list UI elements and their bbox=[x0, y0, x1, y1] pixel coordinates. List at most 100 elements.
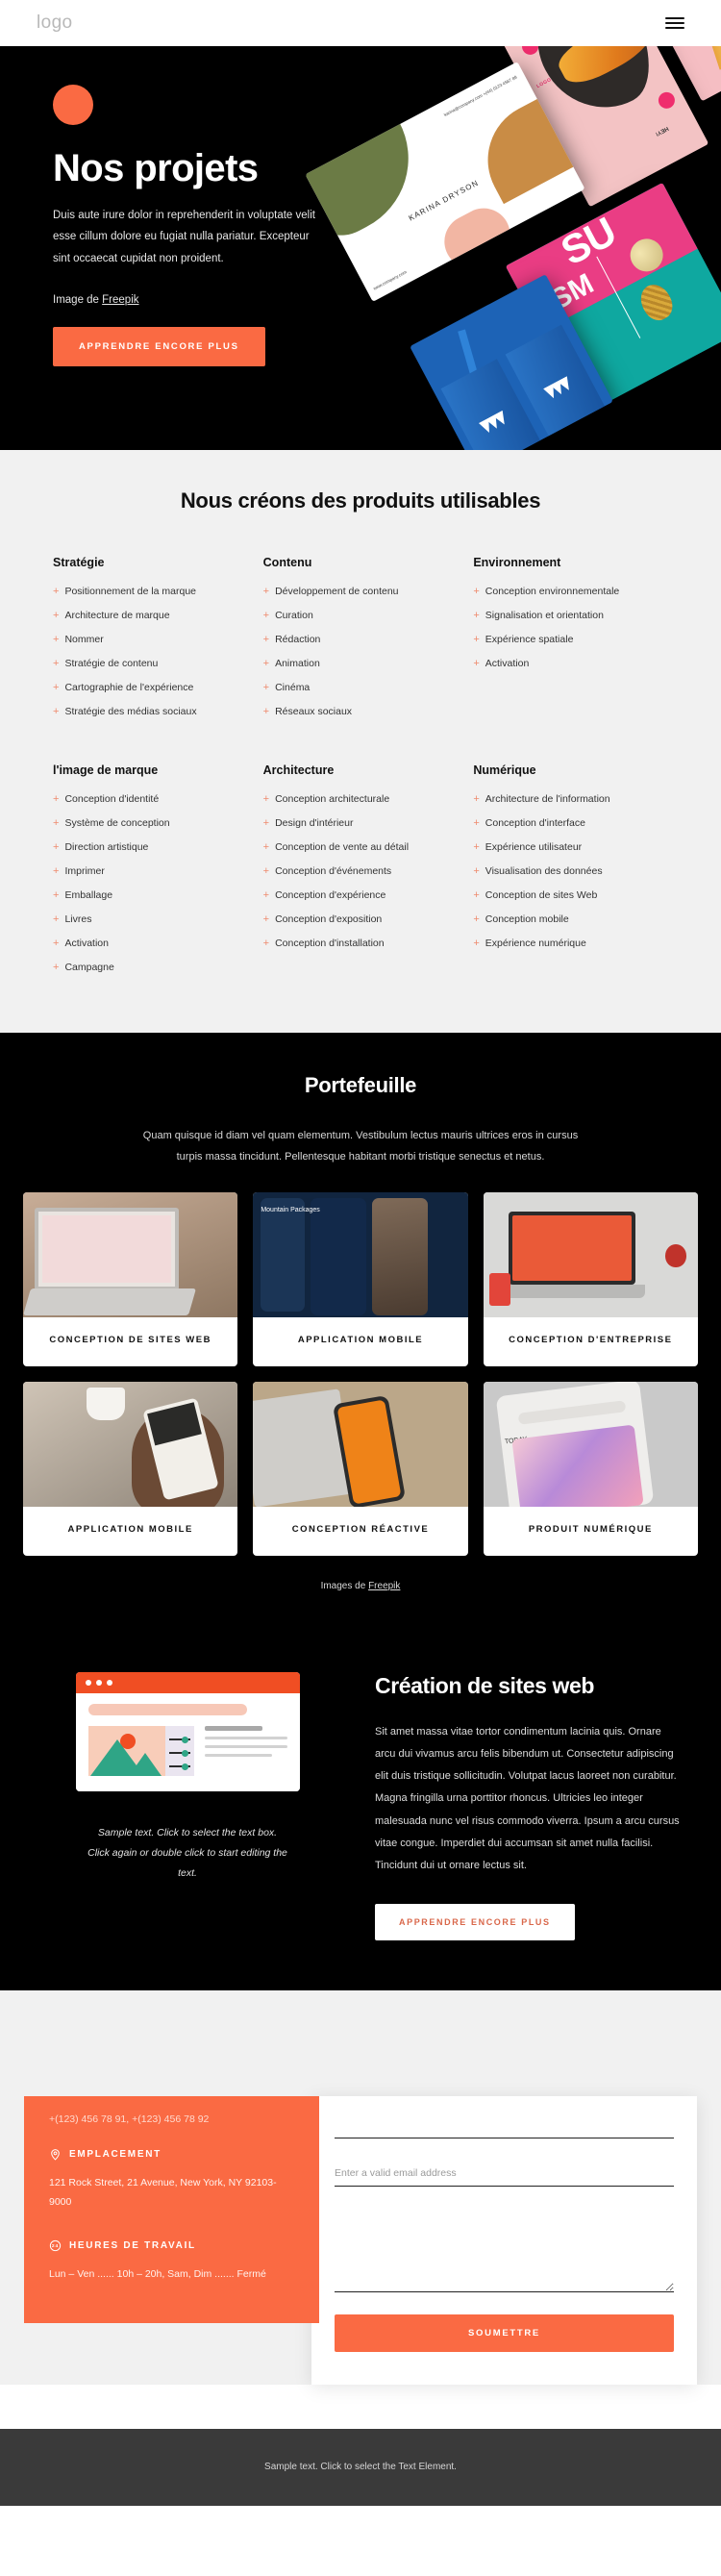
service-item: + Architecture de l'information bbox=[473, 794, 668, 805]
plus-icon: + bbox=[53, 865, 60, 877]
plus-icon: + bbox=[53, 658, 60, 669]
service-item-label: Expérience numérique bbox=[485, 938, 586, 949]
plus-icon: + bbox=[473, 586, 480, 597]
plus-icon: + bbox=[473, 610, 480, 621]
portfolio-card[interactable]: Mountain Packages APPLICATION MOBILE bbox=[253, 1192, 468, 1367]
service-item: + Conception d'exposition bbox=[263, 914, 459, 925]
services-column: Numérique + Architecture de l'information… bbox=[473, 763, 668, 987]
service-item: + Visualisation des données bbox=[473, 866, 668, 877]
hero-cta-button[interactable]: APPRENDRE ENCORE PLUS bbox=[53, 327, 265, 367]
name-input[interactable] bbox=[335, 2113, 674, 2138]
portfolio-thumbnail bbox=[483, 1192, 698, 1317]
hero-credit-link[interactable]: Freepik bbox=[102, 294, 138, 306]
collage-card-site: www.company.com bbox=[372, 269, 408, 291]
collage-poster-logo: LOGO bbox=[535, 76, 553, 90]
portfolio-card[interactable]: APPLICATION MOBILE bbox=[23, 1382, 238, 1557]
portfolio-card[interactable]: CONCEPTION D'ENTREPRISE bbox=[483, 1192, 698, 1367]
service-item-label: Conception d'expérience bbox=[275, 889, 386, 901]
portfolio-card[interactable]: CONCEPTION RÉACTIVE bbox=[253, 1382, 468, 1557]
service-item: + Développement de contenu bbox=[263, 587, 459, 597]
portfolio-credit-prefix: Images de bbox=[320, 1581, 369, 1592]
webdesign-body: Sit amet massa vitae tortor condimentum … bbox=[375, 1726, 680, 1871]
browser-image-placeholder bbox=[87, 1726, 165, 1777]
submit-button[interactable]: SOUMETTRE bbox=[335, 2313, 674, 2352]
browser-headline-placeholder bbox=[87, 1704, 248, 1716]
service-item-label: Architecture de l'information bbox=[485, 793, 610, 805]
services-list: + Conception d'identité + Système de conce… bbox=[53, 794, 248, 973]
service-item-label: Conception d'interface bbox=[485, 817, 585, 829]
services-title: Nous créons des produits utilisables bbox=[180, 488, 541, 513]
services-column-heading: Stratégie bbox=[53, 556, 105, 569]
services-column: Contenu + Développement de contenu + Curat… bbox=[263, 556, 459, 731]
service-item: + Expérience spatiale bbox=[473, 635, 668, 645]
plus-icon: + bbox=[262, 793, 270, 805]
plus-icon: + bbox=[262, 586, 270, 597]
hamburger-icon[interactable] bbox=[665, 17, 684, 29]
service-item-label: Activation bbox=[64, 938, 109, 949]
contact-form-card: SOUMETTRE bbox=[311, 2095, 697, 2385]
plus-icon: + bbox=[53, 682, 60, 693]
service-item: + Emballage bbox=[53, 890, 248, 901]
plus-icon: + bbox=[53, 793, 60, 805]
service-item-label: Développement de contenu bbox=[275, 586, 399, 597]
portfolio-image-credit: Images de Freepik bbox=[0, 1581, 721, 1591]
service-item-label: Conception de vente au détail bbox=[275, 841, 410, 853]
hero-paragraph: Duis aute irure dolor in reprehenderit i… bbox=[53, 210, 315, 264]
service-item-label: Conception de sites Web bbox=[485, 889, 598, 901]
plus-icon: + bbox=[262, 706, 270, 717]
plus-icon: + bbox=[262, 938, 270, 949]
plus-icon: + bbox=[262, 682, 270, 693]
service-item: + Cinéma bbox=[263, 683, 459, 693]
plus-icon: + bbox=[473, 817, 480, 829]
service-item-label: Réseaux sociaux bbox=[275, 706, 353, 717]
hero-accent-dot bbox=[53, 85, 93, 125]
plus-icon: + bbox=[473, 793, 480, 805]
logo[interactable]: logo bbox=[37, 13, 73, 34]
services-list: + Conception architecturale + Design d'int… bbox=[263, 794, 459, 949]
service-item-label: Cinéma bbox=[275, 682, 311, 693]
service-item-label: Stratégie de contenu bbox=[64, 658, 159, 669]
email-input[interactable] bbox=[335, 2161, 674, 2187]
service-item: + Conception d'expérience bbox=[263, 890, 459, 901]
portfolio-thumbnail: TODAY bbox=[483, 1382, 698, 1508]
portfolio-credit-link[interactable]: Freepik bbox=[368, 1581, 400, 1591]
service-item: + Conception mobile bbox=[473, 914, 668, 925]
service-item-label: Conception d'identité bbox=[64, 793, 160, 805]
services-column: Environnement + Conception environnementa… bbox=[473, 556, 668, 731]
webdesign-cta-button[interactable]: APPRENDRE ENCORE PLUS bbox=[375, 1903, 575, 1940]
browser-text-placeholder bbox=[194, 1726, 287, 1776]
service-item-label: Campagne bbox=[64, 962, 114, 973]
services-list: + Architecture de l'information + Concepti… bbox=[473, 794, 668, 949]
message-input[interactable] bbox=[335, 2209, 674, 2292]
plus-icon: + bbox=[473, 865, 480, 877]
service-item-label: Design d'intérieur bbox=[275, 817, 354, 829]
service-item: + Nommer bbox=[53, 635, 248, 645]
service-item-label: Conception d'exposition bbox=[275, 913, 383, 925]
service-item: + Campagne bbox=[53, 963, 248, 973]
browser-dot-icon bbox=[85, 1680, 91, 1687]
portfolio-card[interactable]: CONCEPTION DE SITES WEB bbox=[23, 1192, 238, 1367]
site-header: logo bbox=[0, 0, 721, 46]
plus-icon: + bbox=[262, 889, 270, 901]
plus-icon: + bbox=[473, 634, 480, 645]
plus-icon: + bbox=[53, 889, 60, 901]
service-item: + Design d'intérieur bbox=[263, 818, 459, 829]
portfolio-title: Portefeuille bbox=[304, 1073, 417, 1097]
service-item-label: Emballage bbox=[64, 889, 113, 901]
webdesign-right-column: Création de sites web Sit amet massa vit… bbox=[375, 1672, 721, 1940]
page-root: logo LOGO HEY! SU ISM karina@company.com… bbox=[0, 0, 721, 2506]
webdesign-left-column: Sample text. Click to select the text bo… bbox=[0, 1672, 375, 1939]
portfolio-card-label: CONCEPTION DE SITES WEB bbox=[49, 1335, 211, 1345]
map-pin-icon bbox=[51, 2148, 60, 2161]
service-item: + Rédaction bbox=[263, 635, 459, 645]
browser-body bbox=[75, 1693, 300, 1792]
plus-icon: + bbox=[53, 610, 60, 621]
plus-icon: + bbox=[262, 865, 270, 877]
services-grid: Stratégie + Positionnement de la marque +… bbox=[0, 556, 721, 987]
contact-info-card: +(123) 456 78 91, +(123) 456 78 92 EMPLA… bbox=[24, 2095, 319, 2323]
contact-bottom-spacer bbox=[0, 2384, 721, 2429]
plus-icon: + bbox=[262, 658, 270, 669]
service-item: + Conception d'identité bbox=[53, 794, 248, 805]
plus-icon: + bbox=[473, 938, 480, 949]
portfolio-card[interactable]: TODAY PRODUIT NUMÉRIQUE bbox=[483, 1382, 698, 1557]
